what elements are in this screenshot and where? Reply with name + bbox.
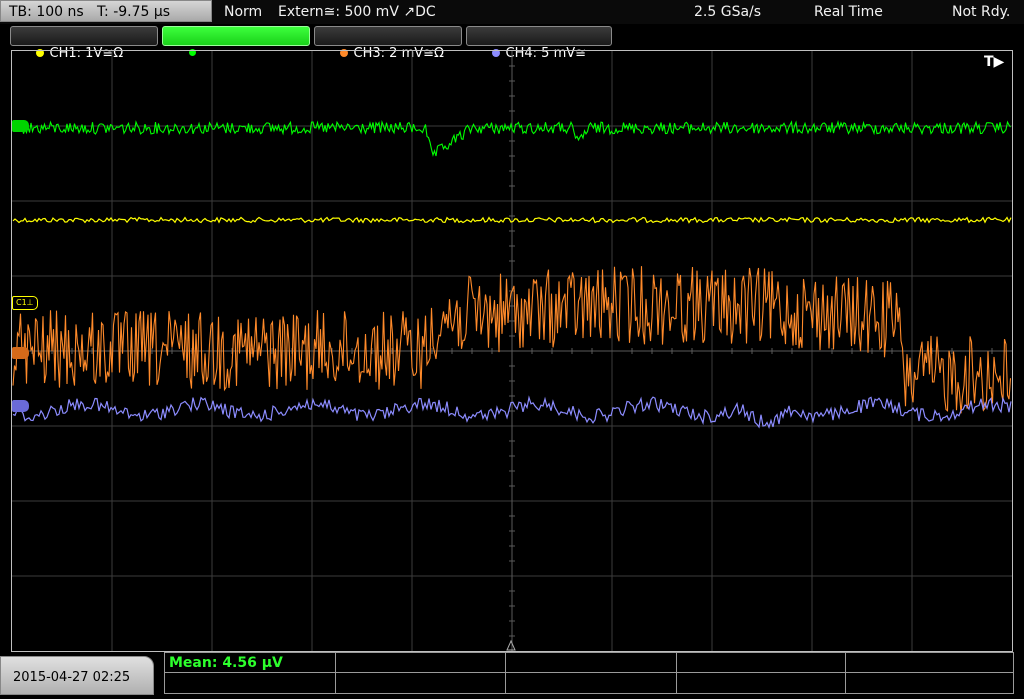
- meas-cell[interactable]: [845, 652, 1014, 673]
- date-time: 2015-04-27 02:25: [0, 656, 154, 695]
- meas-cell[interactable]: [335, 672, 506, 694]
- ch2-ground-marker[interactable]: C2: [12, 120, 29, 132]
- meas-cell[interactable]: [335, 652, 506, 673]
- ch1-ground-marker[interactable]: C1⊥: [12, 296, 38, 310]
- mean-measurement: Mean: 4.56 µV: [169, 655, 283, 671]
- measurement-panel: [164, 652, 1014, 694]
- meas-cell[interactable]: [164, 672, 336, 694]
- meas-cell[interactable]: [845, 672, 1014, 694]
- meas-cell[interactable]: [676, 672, 846, 694]
- trigger-arrow-icon: T▶: [984, 54, 1005, 70]
- ch4-ground-marker[interactable]: C4: [12, 400, 29, 412]
- graticule-border: [11, 50, 1013, 652]
- meas-cell[interactable]: [676, 652, 846, 673]
- meas-cell[interactable]: [505, 672, 677, 694]
- meas-cell[interactable]: [505, 652, 677, 673]
- ch3-ground-marker[interactable]: C3: [12, 347, 29, 359]
